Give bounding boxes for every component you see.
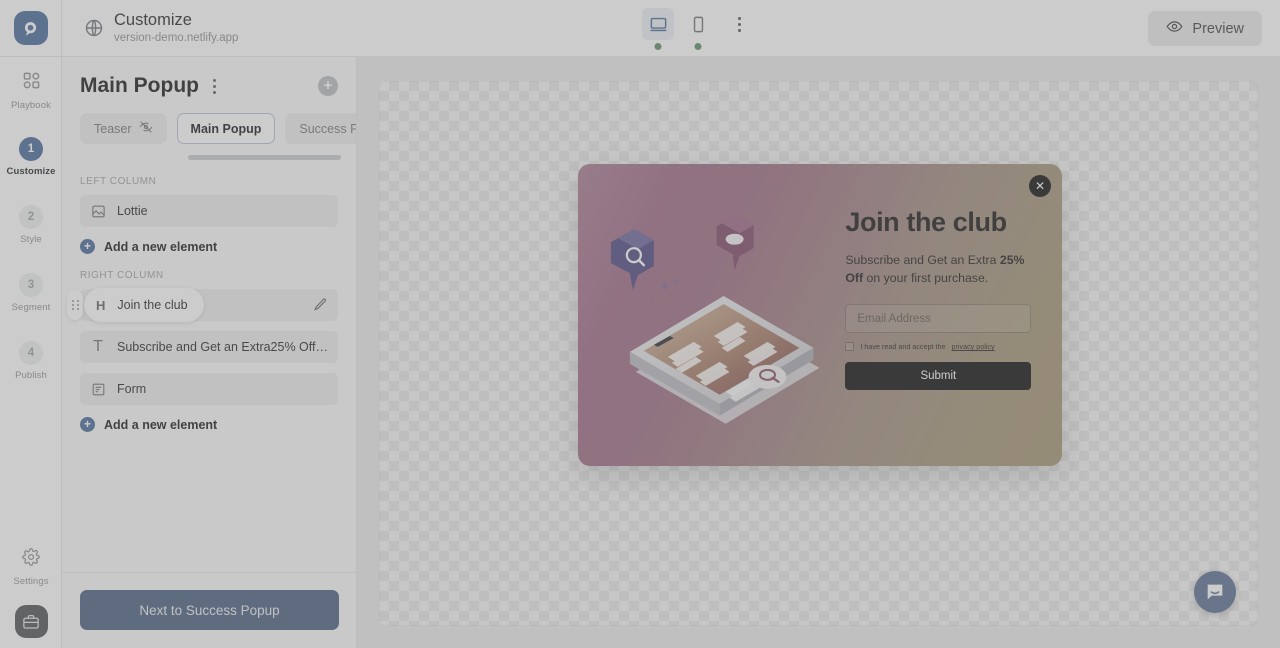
gear-icon: [22, 548, 40, 571]
element-row-join-the-club[interactable]: H Join the club: [67, 288, 338, 322]
element-label-subscribe-text: Subscribe and Get an Extra25% Off on you…: [117, 340, 328, 354]
rail-item-settings[interactable]: Settings: [0, 538, 62, 593]
rail-item-playbook[interactable]: Playbook: [0, 57, 62, 117]
add-element-label-right: Add a new element: [104, 417, 218, 432]
add-element-label-left: Add a new element: [104, 239, 218, 254]
preview-canvas: Join the club Subscribe and Get an Extra…: [357, 57, 1280, 648]
brand-cell: [0, 0, 62, 57]
canvas-transparency-area[interactable]: Join the club Subscribe and Get an Extra…: [379, 81, 1258, 626]
popup-consent-checkbox[interactable]: [845, 342, 855, 352]
popup-privacy-policy-link[interactable]: privacy policy: [951, 342, 994, 351]
popup-sub-part1: Subscribe and Get an Extra: [845, 252, 997, 267]
kebab-menu-icon[interactable]: [724, 8, 754, 40]
eye-off-icon: [139, 120, 153, 137]
panel-kebab-menu-icon[interactable]: [209, 75, 220, 98]
tabs-scrollbar-thumb[interactable]: [188, 155, 341, 160]
rail-bottom: Settings: [0, 538, 62, 638]
pencil-icon[interactable]: [313, 297, 328, 317]
tab-teaser[interactable]: Teaser: [80, 113, 167, 144]
element-hover-pill[interactable]: H Join the club: [84, 288, 204, 322]
top-bar: Customize version-demo.netlify.app Previ…: [0, 0, 1280, 57]
briefcase-avatar-icon[interactable]: [14, 605, 48, 638]
page-title: Customize: [114, 11, 192, 29]
step-number-1: 1: [19, 137, 43, 161]
element-row-lottie[interactable]: Lottie: [80, 195, 338, 227]
popup-sub-part2: on your first purchase.: [863, 270, 989, 285]
popup-consent-text: I have read and accept the: [860, 342, 946, 352]
popup-content-side: Join the club Subscribe and Get an Extra…: [839, 164, 1062, 466]
text-icon: T: [93, 338, 103, 355]
rail-item-segment[interactable]: 3 Segment: [0, 263, 62, 319]
preview-label: Preview: [1192, 20, 1244, 37]
site-info: Customize version-demo.netlify.app: [84, 10, 238, 46]
left-rail: Playbook 1 Customize 2 Style 3 Segment 4…: [0, 57, 62, 648]
element-label-form: Form: [117, 382, 147, 396]
isometric-phone-chat-illustration: [610, 215, 820, 424]
rail-label-segment: Segment: [11, 302, 51, 313]
globe-icon: [84, 18, 104, 38]
plus-icon: +: [80, 239, 95, 254]
app-root: Customize version-demo.netlify.app Previ…: [0, 0, 1280, 648]
tab-main-popup[interactable]: Main Popup: [176, 113, 276, 144]
tabs-scrollbar-track: [80, 155, 341, 160]
step-number-2: 2: [19, 205, 43, 229]
popup-submit-button[interactable]: Submit: [845, 362, 1032, 391]
rail-item-style[interactable]: 2 Style: [0, 195, 62, 251]
heading-icon: H: [96, 297, 106, 313]
popup-heading: Join the club: [845, 207, 1007, 237]
rail-label-customize: Customize: [6, 166, 56, 177]
form-icon: [90, 381, 106, 397]
chat-bubble-icon[interactable]: [1194, 571, 1236, 613]
popup-step-tabs: Teaser Main Popup Success Po...: [62, 98, 356, 144]
rail-item-publish[interactable]: 4 Publish: [0, 331, 62, 387]
rail-label-settings: Settings: [13, 576, 49, 587]
panel-footer: Next to Success Popup: [62, 572, 357, 648]
rail-label-publish: Publish: [15, 370, 47, 381]
step-number-4: 4: [19, 341, 43, 365]
device-mobile-button[interactable]: [682, 8, 714, 50]
add-element-right-column[interactable]: + Add a new element: [80, 417, 356, 432]
device-desktop-button[interactable]: [642, 8, 674, 50]
optimonk-logo-icon[interactable]: [13, 11, 48, 45]
image-icon: [90, 203, 106, 219]
eye-icon: [1166, 18, 1183, 39]
tab-label-main-popup: Main Popup: [190, 121, 262, 136]
plus-icon: +: [80, 417, 95, 432]
rail-label-playbook: Playbook: [11, 100, 51, 111]
element-label-join-the-club: Join the club: [117, 298, 188, 312]
tab-label-teaser: Teaser: [94, 121, 132, 136]
popup-subheading: Subscribe and Get an Extra 25% Off on yo…: [845, 252, 1036, 288]
popup-illustration-side: [578, 164, 839, 466]
site-domain: version-demo.netlify.app: [114, 32, 239, 44]
mobile-status-dot: [694, 43, 702, 50]
plus-circle-icon[interactable]: +: [318, 76, 338, 96]
next-to-success-popup-button[interactable]: Next to Success Popup: [80, 590, 339, 630]
close-icon[interactable]: ✕: [1029, 175, 1051, 197]
popup-preview[interactable]: Join the club Subscribe and Get an Extra…: [578, 164, 1062, 466]
add-element-left-column[interactable]: + Add a new element: [80, 239, 356, 254]
rail-label-style: Style: [20, 234, 42, 245]
popup-consent-row: I have read and accept the privacy polic…: [845, 342, 1036, 352]
element-label-lottie: Lottie: [117, 204, 148, 218]
element-row-subscribe-text[interactable]: T Subscribe and Get an Extra25% Off on y…: [80, 331, 338, 363]
popup-email-input[interactable]: Email Address: [845, 304, 1032, 334]
step-number-3: 3: [19, 273, 43, 297]
panel-title: Main Popup: [80, 74, 199, 97]
panel-header: Main Popup +: [62, 57, 356, 98]
element-row-form[interactable]: Form: [80, 373, 338, 405]
device-switcher: [642, 8, 754, 50]
group-label-right-column: RIGHT COLUMN: [80, 270, 164, 281]
tab-success-popup[interactable]: Success Po...: [285, 113, 356, 144]
preview-button[interactable]: Preview: [1148, 11, 1262, 46]
desktop-status-dot: [654, 43, 662, 50]
grid-icon: [22, 71, 41, 95]
editor-panel: Main Popup + Teaser Main Popup Success L…: [62, 57, 357, 648]
drag-handle-icon[interactable]: [67, 290, 83, 320]
tab-label-success-popup: Success Po...: [299, 121, 356, 136]
group-label-left-column: LEFT COLUMN: [80, 176, 157, 187]
rail-item-customize[interactable]: 1 Customize: [0, 127, 62, 183]
